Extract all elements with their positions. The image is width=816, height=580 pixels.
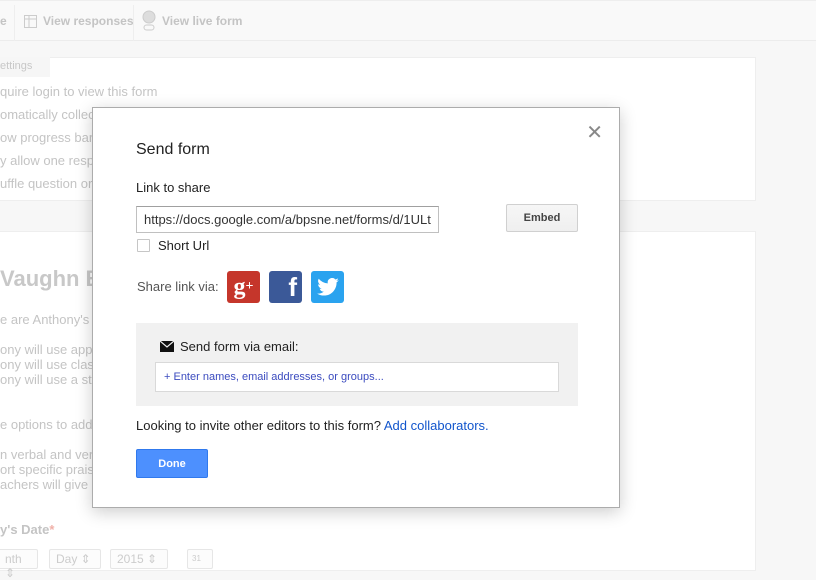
month-select[interactable]: nth ⇕ — [0, 549, 38, 580]
link-label: Link to share — [136, 180, 211, 195]
envelope-icon — [160, 341, 174, 352]
dialog-title: Send form — [136, 141, 210, 158]
required-mark: * — [49, 522, 55, 537]
form-title[interactable]: Vaughn B — [0, 266, 101, 292]
year-select[interactable]: 2015 ⇕ — [110, 549, 168, 569]
toolbar: e View responses View live form — [0, 0, 816, 41]
view-live-form-button[interactable]: View live form — [142, 1, 242, 41]
twitter-icon[interactable] — [311, 271, 344, 303]
done-button[interactable]: Done — [136, 449, 208, 478]
settings-tab-label: ettings — [0, 60, 33, 72]
view-responses-label: View responses — [43, 14, 134, 28]
embed-button[interactable]: Embed — [506, 204, 578, 232]
toolbar-partial-label: e — [0, 14, 7, 28]
form-description: e are Anthony's t — [0, 312, 97, 327]
setting-require-login[interactable]: quire login to view this form — [0, 84, 158, 99]
setting-one-response[interactable]: y allow one resp — [0, 153, 94, 168]
view-responses-button[interactable]: View responses — [24, 1, 134, 41]
setting-shuffle[interactable]: uffle question ord — [0, 176, 100, 191]
google-plus-icon[interactable]: g + — [227, 271, 260, 303]
date-label: y's Date — [0, 522, 50, 537]
day-select[interactable]: Day ⇕ — [49, 549, 101, 569]
close-icon[interactable]: ✕ — [586, 120, 603, 145]
facebook-icon[interactable]: f — [269, 271, 302, 303]
share-via-label: Share link via: — [137, 279, 219, 294]
invite-text: Looking to invite other editors to this … — [136, 418, 489, 433]
short-url-label[interactable]: Short Url — [158, 238, 209, 253]
email-section: Send form via email: + Enter names, emai… — [136, 323, 578, 406]
calendar-day: 31 — [192, 554, 201, 563]
form-text: ony will use appr — [0, 342, 97, 357]
form-text: n verbal and ver — [0, 447, 94, 462]
form-text: achers will give p — [0, 477, 99, 492]
form-text: ony will use a stu — [0, 372, 99, 387]
invite-question: Looking to invite other editors to this … — [136, 418, 381, 433]
email-label: Send form via email: — [180, 339, 299, 354]
settings-tab[interactable]: ettings — [0, 57, 50, 77]
divider — [133, 5, 134, 41]
form-text: ort specific prais — [0, 462, 94, 477]
calendar-icon[interactable]: 31 — [187, 549, 213, 569]
email-recipients-input[interactable]: + Enter names, email addresses, or group… — [155, 362, 559, 392]
divider — [14, 5, 15, 41]
add-collaborators-link[interactable]: Add collaborators. — [384, 418, 489, 433]
form-text: ony will use class — [0, 357, 101, 372]
short-url-checkbox[interactable] — [137, 239, 150, 252]
form-text: e options to addr — [0, 417, 97, 432]
globe-link-icon — [142, 10, 156, 31]
setting-collect[interactable]: omatically collec — [0, 107, 95, 122]
view-live-form-label: View live form — [162, 14, 243, 28]
share-link-input[interactable]: https://docs.google.com/a/bpsne.net/form… — [136, 206, 439, 233]
send-form-dialog: ✕ Send form Link to share https://docs.g… — [92, 107, 620, 508]
table-icon — [24, 14, 37, 28]
date-question-label: y's Date* — [0, 522, 54, 537]
setting-progress-bar[interactable]: ow progress bar — [0, 130, 93, 145]
toolbar-partial-item[interactable]: e — [0, 1, 7, 41]
